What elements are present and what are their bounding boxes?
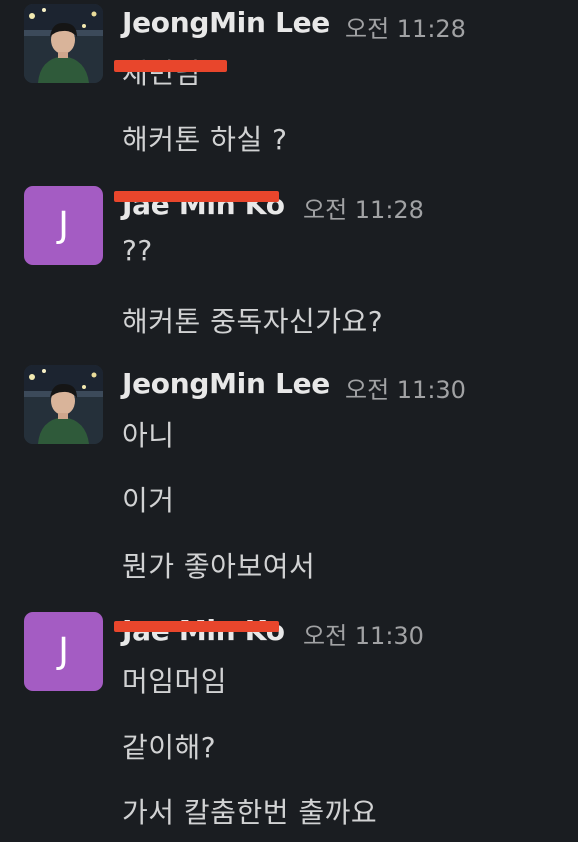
avatar[interactable]	[24, 4, 103, 83]
user-photo-icon	[24, 4, 103, 83]
avatar[interactable]: J	[24, 186, 103, 265]
message-text: 해커톤 하실 ?	[122, 123, 288, 156]
message-text: 머임머임	[122, 665, 228, 698]
message-timestamp[interactable]: 오전 11:28	[345, 9, 466, 44]
message-timestamp[interactable]: 오전 11:30	[345, 370, 466, 405]
avatar-letter: J	[58, 205, 69, 246]
redaction-mark	[114, 191, 279, 202]
user-photo-icon	[24, 365, 103, 444]
redaction-mark	[114, 621, 279, 632]
avatar-letter: J	[58, 631, 69, 672]
avatar[interactable]: J	[24, 612, 103, 691]
author-name[interactable]: JeongMin Lee	[122, 6, 330, 39]
message-text: 재민님	[122, 52, 201, 92]
message-text: 뭔가 좋아보여서	[122, 550, 316, 583]
message-text: 이거	[122, 484, 175, 517]
message-timestamp[interactable]: 오전 11:28	[303, 190, 424, 225]
author-name[interactable]: JeongMin Lee	[122, 367, 330, 400]
avatar[interactable]	[24, 365, 103, 444]
message-text: ??	[122, 234, 153, 267]
message-text: 해커톤 중독자신가요?	[122, 305, 384, 338]
message-text: 같이해?	[122, 731, 217, 764]
redaction-mark	[114, 60, 227, 72]
message-timestamp[interactable]: 오전 11:30	[303, 616, 424, 651]
message-text: 아니	[122, 419, 175, 452]
message-text: 가서 칼춤한번 출까요	[122, 796, 378, 829]
